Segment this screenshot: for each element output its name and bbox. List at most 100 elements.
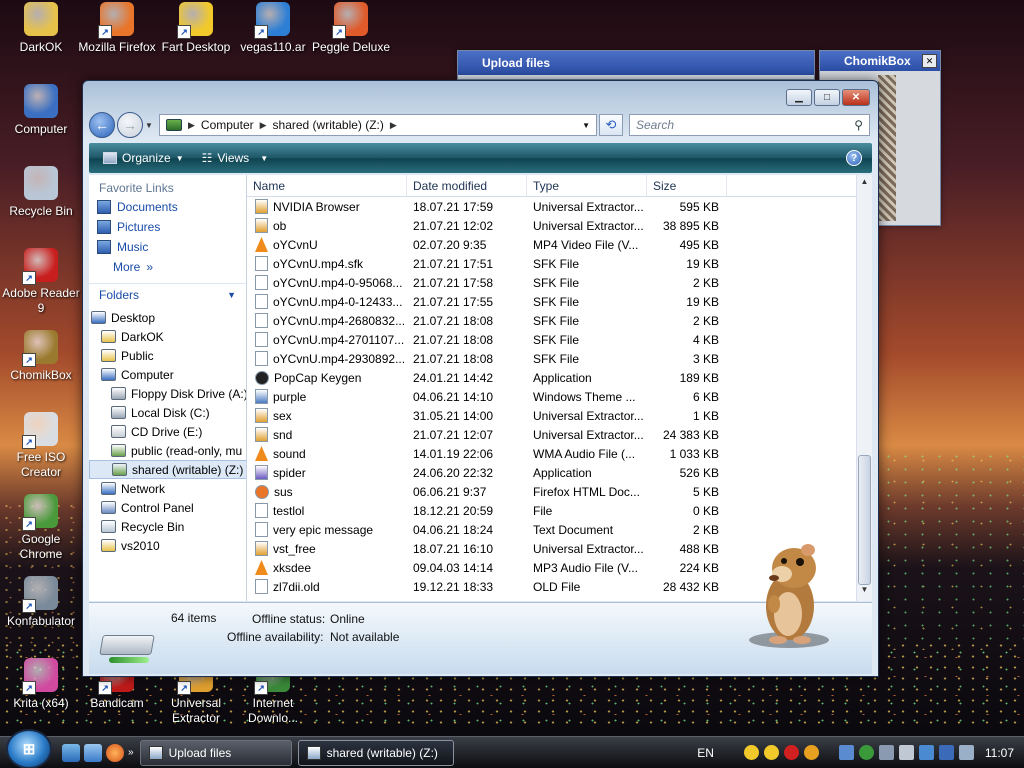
- breadcrumb-shared-drive[interactable]: shared (writable) (Z:): [273, 118, 384, 132]
- file-row[interactable]: purple 04.06.21 14:10 Windows Theme ... 6 K…: [247, 387, 856, 406]
- tree-node[interactable]: Control Panel: [89, 498, 246, 517]
- organize-button[interactable]: Organize ▼: [99, 148, 188, 168]
- back-button[interactable]: ←: [89, 112, 115, 138]
- favorite-links: Documents Pictures Music: [89, 197, 246, 257]
- file-row[interactable]: oYCvnU.mp4-2701107... 21.07.21 18:08 SFK F…: [247, 330, 856, 349]
- desktop-icon[interactable]: DarkOK: [0, 2, 82, 55]
- tree-node[interactable]: Network: [89, 479, 246, 498]
- file-row[interactable]: oYCvnU.mp4-2680832... 21.07.21 18:08 SFK F…: [247, 311, 856, 330]
- desktop-icon[interactable]: Fart Desktop: [155, 2, 237, 55]
- file-row[interactable]: very epic message 04.06.21 18:24 Text Docu…: [247, 520, 856, 539]
- upload-files-window[interactable]: Upload files: [457, 50, 815, 80]
- tree-node[interactable]: DarkOK: [89, 327, 246, 346]
- hamster-pet-icon[interactable]: [744, 540, 834, 650]
- recent-pages-dropdown[interactable]: ▼: [143, 121, 155, 130]
- file-row[interactable]: oYCvnU.mp4.sfk 21.07.21 17:51 SFK File 19 K…: [247, 254, 856, 273]
- column-name[interactable]: Name: [247, 175, 407, 196]
- firefox-icon[interactable]: [106, 743, 124, 762]
- tree-node[interactable]: vs2010: [89, 536, 246, 555]
- desktop-icon[interactable]: vegas110.ar: [232, 2, 314, 55]
- file-row[interactable]: oYCvnU.mp4-0-12433... 21.07.21 17:55 SFK F…: [247, 292, 856, 311]
- tree-node[interactable]: CD Drive (E:): [89, 422, 246, 441]
- language-indicator[interactable]: EN: [697, 746, 714, 760]
- file-row[interactable]: oYCvnU.mp4-2930892... 21.07.21 18:08 SFK F…: [247, 349, 856, 368]
- tree-node[interactable]: Desktop: [89, 308, 246, 327]
- desktop-icon[interactable]: Free ISO Creator: [0, 412, 82, 480]
- file-row[interactable]: testlol 18.12.21 20:59 File 0 KB: [247, 501, 856, 520]
- desktop-icon[interactable]: Computer: [0, 84, 82, 137]
- file-row[interactable]: sus 06.06.21 9:37 Firefox HTML Doc... 5 KB: [247, 482, 856, 501]
- smiley-tray-icon[interactable]: [763, 745, 779, 760]
- chomikbox-close-button[interactable]: ✕: [922, 54, 937, 68]
- desktop-icon[interactable]: ChomikBox: [0, 330, 82, 383]
- file-row[interactable]: oYCvnU.mp4-0-95068... 21.07.21 17:58 SFK F…: [247, 273, 856, 292]
- tree-node[interactable]: Computer: [89, 365, 246, 384]
- network-connection-icon[interactable]: [938, 745, 954, 760]
- folders-header[interactable]: Folders ▼: [89, 283, 246, 306]
- file-name: oYCvnU.mp4-0-95068...: [273, 275, 403, 290]
- volume-icon[interactable]: [958, 745, 974, 760]
- minimize-button[interactable]: ▁: [786, 89, 812, 106]
- safely-remove-tray-icon[interactable]: [898, 745, 914, 760]
- forward-button[interactable]: →: [117, 112, 143, 138]
- column-type[interactable]: Type: [527, 175, 647, 196]
- more-links-button[interactable]: More »: [89, 257, 246, 277]
- smiley-tray-icon[interactable]: [743, 745, 759, 760]
- search-input[interactable]: Search ⚲: [629, 114, 870, 136]
- desktop-icon[interactable]: Peggle Deluxe: [310, 2, 392, 55]
- desktop-icon[interactable]: Mozilla Firefox: [76, 2, 158, 55]
- antivirus-tray-icon[interactable]: [783, 745, 799, 760]
- tree-node[interactable]: Public: [89, 346, 246, 365]
- favorite-link-documents[interactable]: Documents: [89, 197, 246, 217]
- views-button[interactable]: ☷ Views ▼: [198, 148, 272, 168]
- device-tray-icon[interactable]: [878, 745, 894, 760]
- file-row[interactable]: spider 24.06.20 22:32 Application 526 KB: [247, 463, 856, 482]
- file-row[interactable]: NVIDIA Browser 18.07.21 17:59 Universal Ex…: [247, 197, 856, 216]
- file-name-cell: spider: [247, 465, 407, 480]
- show-desktop-icon[interactable]: [62, 743, 80, 762]
- maximize-button[interactable]: □: [814, 89, 840, 106]
- desktop-icon[interactable]: Konfabulator: [0, 576, 82, 629]
- help-button[interactable]: ?: [846, 150, 862, 166]
- column-size[interactable]: Size: [647, 175, 727, 196]
- vertical-scrollbar[interactable]: ▲ ▼: [856, 175, 872, 601]
- breadcrumb-separator-icon[interactable]: ▶: [390, 120, 397, 131]
- file-row[interactable]: PopCap Keygen 24.01.21 14:42 Application 18…: [247, 368, 856, 387]
- breadcrumb-separator-icon[interactable]: ▶: [260, 120, 267, 131]
- refresh-button[interactable]: ⟲: [599, 114, 623, 136]
- desktop-icon[interactable]: Krita (x64): [0, 658, 82, 711]
- file-row[interactable]: snd 21.07.21 12:07 Universal Extractor... 2…: [247, 425, 856, 444]
- desktop-icon[interactable]: Adobe Reader 9: [0, 248, 82, 316]
- peggle-tray-icon[interactable]: [803, 745, 819, 760]
- tree-node[interactable]: public (read-only, mu: [89, 441, 246, 460]
- tree-node[interactable]: shared (writable) (Z:): [89, 460, 246, 479]
- start-button[interactable]: ⊞: [6, 728, 52, 768]
- switch-windows-icon[interactable]: [84, 743, 102, 762]
- taskbar-button[interactable]: Upload files: [139, 739, 292, 766]
- column-date-modified[interactable]: Date modified: [407, 175, 527, 196]
- tree-node[interactable]: Recycle Bin: [89, 517, 246, 536]
- address-bar[interactable]: ▶ Computer ▶ shared (writable) (Z:) ▶ ▼: [159, 114, 597, 136]
- favorite-link-pictures[interactable]: Pictures: [89, 217, 246, 237]
- file-row[interactable]: sound 14.01.19 22:06 WMA Audio File (... 1 …: [247, 444, 856, 463]
- display-tray-icon[interactable]: [918, 745, 934, 760]
- favorite-link-music[interactable]: Music: [89, 237, 246, 257]
- desktop-icon[interactable]: Google Chrome: [0, 494, 82, 562]
- breadcrumb-computer[interactable]: Computer: [201, 118, 254, 132]
- network-tray-icon[interactable]: [838, 745, 854, 760]
- tree-node[interactable]: Floppy Disk Drive (A:): [89, 384, 246, 403]
- clock[interactable]: 11:07: [985, 746, 1014, 760]
- address-dropdown-icon[interactable]: ▼: [582, 121, 590, 130]
- desktop-icon[interactable]: Recycle Bin: [0, 166, 82, 219]
- search-icon[interactable]: ⚲: [854, 118, 863, 132]
- taskbar-button[interactable]: shared (writable) (Z:): [297, 739, 454, 766]
- file-row[interactable]: ob 21.07.21 12:02 Universal Extractor... 38…: [247, 216, 856, 235]
- close-button[interactable]: ✕: [842, 89, 870, 106]
- scroll-up-icon[interactable]: ▲: [857, 177, 872, 191]
- update-tray-icon[interactable]: [858, 745, 874, 760]
- file-row[interactable]: sex 31.05.21 14:00 Universal Extractor... 1…: [247, 406, 856, 425]
- scrollbar-thumb[interactable]: [858, 455, 871, 585]
- file-row[interactable]: oYCvnU 02.07.20 9:35 MP4 Video File (V... 4…: [247, 235, 856, 254]
- scroll-down-icon[interactable]: ▼: [857, 585, 872, 599]
- tree-node[interactable]: Local Disk (C:): [89, 403, 246, 422]
